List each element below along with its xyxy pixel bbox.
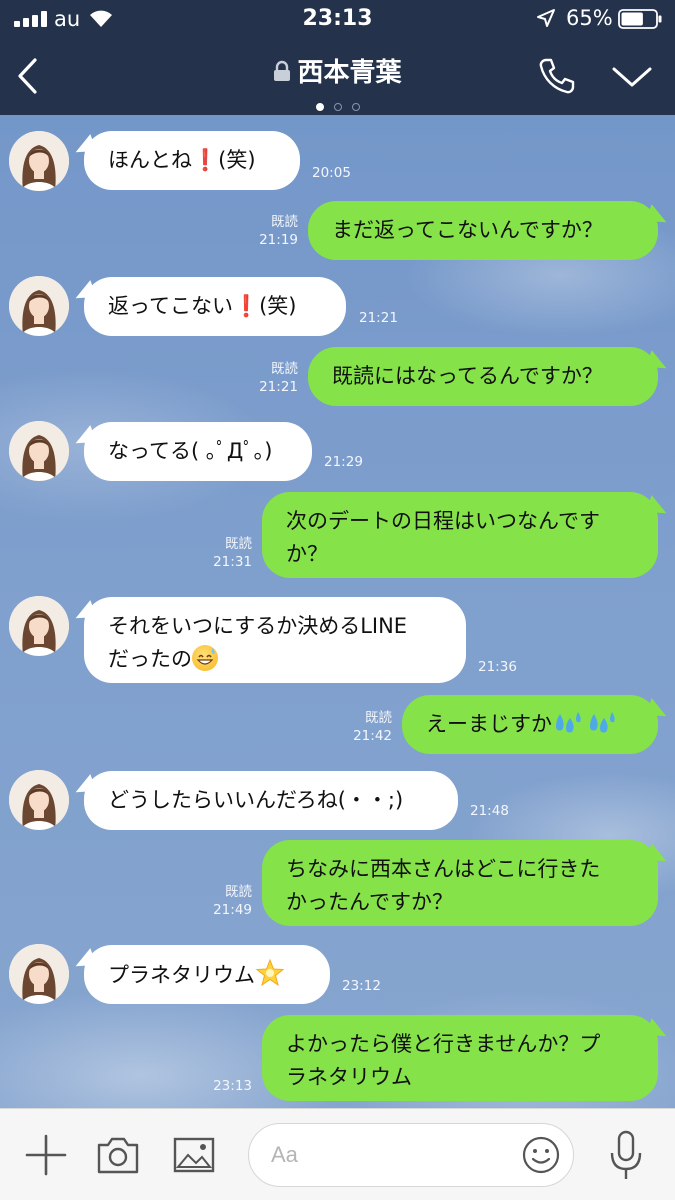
location-arrow-icon	[537, 9, 555, 27]
message-time: 21:48	[470, 803, 509, 819]
exclamation-icon: ❗	[192, 148, 219, 172]
page-dot	[351, 103, 360, 111]
message-meta: 23:13	[206, 1077, 252, 1095]
message-bubble-outgoing[interactable]: よかったら僕と行きませんか？プ ラネタリウム	[262, 1015, 658, 1101]
avatar[interactable]	[9, 131, 69, 191]
message-text: まだ返ってこないんですか？	[332, 218, 603, 242]
message-text: 返ってこない	[108, 294, 233, 318]
grinning-sweat-face-icon	[192, 645, 218, 671]
page-dot	[333, 103, 342, 111]
title-bar: 西本青葉	[0, 42, 675, 112]
message-text: ほんとね	[108, 148, 192, 172]
message-text: えーまじすか	[426, 712, 552, 736]
message-bubble-outgoing[interactable]: ちなみに西本さんはどこに行きた かったんですか？	[262, 840, 658, 926]
avatar[interactable]	[9, 421, 69, 481]
avatar[interactable]	[9, 770, 69, 830]
message-line: ちなみに西本さんはどこに行きた	[286, 857, 601, 881]
header: au 23:13 65% 西本青葉	[0, 0, 675, 115]
message-bubble-outgoing[interactable]: 既読にはなってるんですか？	[308, 347, 658, 406]
message-meta: 既読 21:42	[346, 709, 392, 745]
message-line: かったんですか？	[286, 890, 453, 914]
chevron-down-icon[interactable]	[610, 64, 654, 90]
message-bubble-incoming[interactable]: どうしたらいいんだろね(・・;)	[84, 771, 458, 830]
message-time: 21:31	[213, 554, 252, 570]
message-bubble-incoming[interactable]: プラネタリウム	[84, 945, 330, 1004]
sweat-droplets-icon	[590, 712, 615, 733]
battery-percentage: 65%	[566, 6, 613, 30]
message-bubble-incoming[interactable]: ほんとね❗(笑)	[84, 131, 300, 190]
read-receipt: 既読	[271, 361, 298, 377]
message-input-field[interactable]	[248, 1123, 574, 1187]
avatar[interactable]	[9, 944, 69, 1004]
plus-icon[interactable]	[24, 1133, 68, 1177]
message-bubble-incoming[interactable]: 返ってこない❗(笑)	[84, 277, 346, 336]
message-line: 次のデートの日程はいつなんです	[286, 509, 600, 533]
message-meta: 既読 21:19	[252, 213, 298, 249]
avatar[interactable]	[9, 276, 69, 336]
message-bubble-outgoing[interactable]: えーまじすか	[402, 695, 658, 754]
message-line: それをいつにするか決めるLINE	[108, 614, 408, 638]
message-bubble-incoming[interactable]: なってる( ｡ﾟДﾟ｡)	[84, 422, 312, 481]
glowing-star-icon	[255, 958, 285, 987]
microphone-icon[interactable]	[606, 1129, 646, 1183]
message-meta: 既読 21:49	[206, 883, 252, 919]
page-dot-active	[315, 103, 324, 111]
message-line: ラネタリウム	[286, 1065, 412, 1089]
camera-icon[interactable]	[96, 1135, 140, 1175]
chat-title[interactable]: 西本青葉	[297, 58, 401, 88]
message-time: 21:19	[259, 232, 298, 248]
message-time: 21:29	[324, 454, 363, 470]
message-meta: 既読 21:21	[252, 360, 298, 396]
status-bar: au 23:13 65%	[0, 0, 675, 38]
message-time: 21:36	[478, 659, 517, 675]
sweat-droplets-icon	[556, 712, 581, 733]
message-bubble-incoming[interactable]: それをいつにするか決めるLINE だったの	[84, 597, 466, 683]
message-line: よかったら僕と行きませんか？プ	[286, 1032, 601, 1056]
message-suffix: (笑)	[218, 148, 256, 172]
message-line: か？	[286, 542, 328, 566]
phone-call-icon[interactable]	[537, 56, 577, 96]
image-icon[interactable]	[172, 1135, 216, 1175]
read-receipt: 既読	[225, 884, 252, 900]
read-receipt: 既読	[225, 536, 252, 552]
exclamation-icon: ❗	[232, 294, 260, 318]
message-suffix: (笑)	[259, 294, 297, 318]
page-indicator	[0, 96, 675, 111]
message-time: 21:42	[353, 728, 392, 744]
message-line: だったの	[108, 647, 192, 671]
message-text: プラネタリウム	[108, 963, 255, 987]
message-time: 23:13	[213, 1078, 252, 1094]
message-text: なってる( ｡ﾟДﾟ｡)	[108, 439, 273, 463]
message-input[interactable]	[271, 1136, 491, 1174]
message-time: 21:21	[359, 310, 398, 326]
message-text: 既読にはなってるんですか？	[332, 364, 603, 388]
message-bubble-outgoing[interactable]: まだ返ってこないんですか？	[308, 201, 658, 260]
message-time: 23:12	[342, 978, 381, 994]
message-meta: 既読 21:31	[206, 535, 252, 571]
battery-icon	[618, 9, 662, 29]
avatar[interactable]	[9, 596, 69, 656]
input-bar	[0, 1108, 675, 1200]
message-time: 20:05	[312, 165, 351, 181]
chat-area[interactable]: ほんとね❗(笑) 20:05 既読 21:19 まだ返ってこないんですか？ 返っ…	[0, 115, 675, 1108]
read-receipt: 既読	[271, 214, 298, 230]
message-text: どうしたらいいんだろね(・・;)	[108, 788, 404, 812]
read-receipt: 既読	[365, 710, 392, 726]
message-time: 21:49	[213, 902, 252, 918]
message-bubble-outgoing[interactable]: 次のデートの日程はいつなんです か？	[262, 492, 658, 578]
emoji-icon[interactable]	[521, 1135, 561, 1175]
lock-icon	[274, 60, 291, 81]
message-time: 21:21	[259, 379, 298, 395]
